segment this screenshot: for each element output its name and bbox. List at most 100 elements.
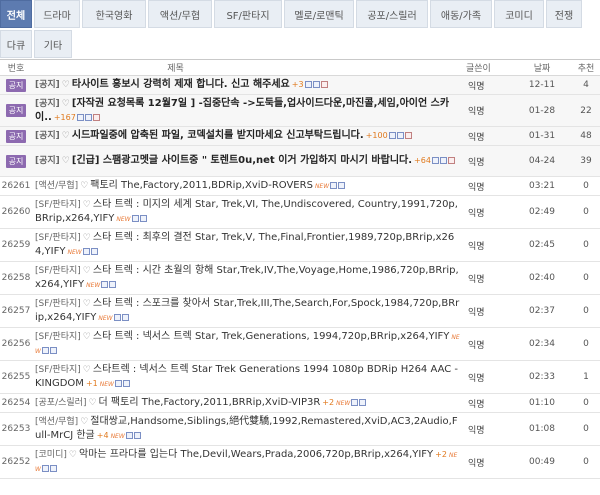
header-title: 제목 — [167, 64, 184, 74]
file-icon — [351, 398, 359, 406]
comment-count[interactable]: +2 — [435, 450, 447, 459]
post-title-link[interactable]: 악마는 프라다를 입는다 The,Devil,Wears,Prada,2006,… — [79, 449, 433, 460]
post-title-link[interactable]: 스타트렉 : 넥서스 트렉 Star Trek Generations 1994… — [35, 364, 458, 389]
table-row[interactable]: 26254 [공포/스릴러] ♡ 더 팩토리 The,Factory,2011,BRR… — [0, 394, 600, 413]
comment-count[interactable]: +2 — [322, 398, 334, 407]
comment-count[interactable]: +3 — [292, 80, 304, 89]
tab-category[interactable]: 한국영화 — [82, 0, 146, 28]
tab-category[interactable]: 다큐 — [0, 30, 32, 58]
post-title-link[interactable]: 타사이트 홍보시 강력히 제재 합니다. 신고 해주세요 — [72, 79, 290, 90]
row-date: 01:08 — [529, 424, 555, 434]
table-row[interactable]: 공지 [공지] ♡ [긴급] 스팸광고멧글 사이트중 " 토렌트0u,net 이거 가… — [0, 146, 600, 177]
post-title-link[interactable]: 팩토리 The,Factory,2011,BDRip,XviD-ROVERS — [90, 180, 313, 191]
row-views: 39 — [580, 156, 592, 166]
hot-icon — [92, 113, 100, 121]
speech-bubble-icon: ♡ — [61, 80, 70, 90]
row-category: [공포/스릴러] — [35, 398, 87, 408]
row-number: 26256 — [1, 339, 31, 349]
table-row[interactable]: 공지 [공지] ♡ [자작권 요청목록 12월7일 ] -집중단속 ->도둑들,업사이… — [0, 95, 600, 127]
new-icon: NEW — [67, 249, 82, 256]
post-title-link[interactable]: 더 팩토리 The,Factory,2011,BRRip,XviD-VIP3R — [99, 397, 321, 408]
speech-bubble-icon: ♡ — [61, 99, 70, 109]
tab-category[interactable]: 멜로/로맨틱 — [284, 0, 354, 28]
speech-bubble-icon: ♡ — [88, 398, 97, 408]
row-date: 01-31 — [528, 131, 556, 141]
tab-category[interactable]: 기타 — [34, 30, 72, 58]
tab-category[interactable]: 액션/무협 — [148, 0, 212, 28]
row-category: [SF/판타지] — [35, 233, 81, 243]
row-title-cell: [공지] ♡ [긴급] 스팸광고멧글 사이트중 " 토렌트0u,net 이거 가입하… — [32, 152, 466, 170]
row-date: 12-11 — [528, 80, 556, 90]
row-number: 26254 — [1, 398, 31, 408]
tab-category[interactable]: 애동/가족 — [430, 0, 492, 28]
file-icon — [330, 181, 338, 189]
tab-category[interactable]: 공포/스릴러 — [356, 0, 428, 28]
table-row[interactable]: 26260 [SF/판타지] ♡ 스타 트렉 : 미지의 세계 Star, Trek,… — [0, 196, 600, 229]
post-list: 번호 제목 글쓴이 날짜 추천 공지 [공지] ♡ 타사이트 홍보시 강력히 제재 합… — [0, 59, 600, 479]
row-author: 익명 — [468, 399, 485, 410]
file-icon — [388, 131, 396, 139]
table-row[interactable]: 26261 [액션/무협] ♡ 팩토리 The,Factory,2011,BDRip,… — [0, 177, 600, 196]
row-author: 익명 — [468, 241, 485, 252]
tab-category[interactable]: 드라마 — [34, 0, 80, 28]
row-number: 공지 — [0, 154, 32, 168]
row-category: [SF/판타지] — [35, 299, 81, 309]
row-category: [액션/무협] — [35, 181, 79, 191]
comment-count[interactable]: +1 — [86, 379, 98, 388]
row-number: 공지 — [0, 129, 32, 143]
new-icon: NEW — [86, 282, 101, 289]
hot-icon — [320, 80, 328, 88]
post-title-link[interactable]: [긴급] 스팸광고멧글 사이트중 " 토렌트0u,net 이거 가입하지 마시기… — [72, 155, 412, 166]
row-author: 익명 — [468, 340, 485, 351]
comment-count[interactable]: +4 — [97, 431, 109, 440]
row-title-cell: [액션/무협] ♡ 팩토리 The,Factory,2011,BDRip,XviD-… — [32, 177, 466, 195]
post-title-link[interactable]: 스타 트렉 : 넥서스 트렉 Star, Trek,Generations, 1… — [93, 331, 450, 342]
row-date: 02:45 — [529, 240, 555, 250]
notice-badge: 공지 — [5, 154, 27, 168]
comment-count[interactable]: +100 — [366, 131, 388, 140]
table-row[interactable]: 공지 [공지] ♡ 시드파일중에 압축된 파일, 코덱설치를 받지마세요 신고부탁드립… — [0, 127, 600, 146]
hot-icon — [404, 131, 412, 139]
new-icon: NEW — [110, 433, 125, 440]
comment-count[interactable]: +64 — [414, 156, 431, 165]
link-icon — [90, 247, 98, 255]
link-icon — [122, 379, 130, 387]
post-title-link[interactable]: 시드파일중에 압축된 파일, 코덱설치를 받지마세요 신고부탁드립니다. — [72, 130, 364, 141]
file-icon — [76, 113, 84, 121]
row-views: 4 — [583, 80, 589, 90]
row-category: [액션/무협] — [35, 417, 79, 427]
table-row[interactable]: 26258 [SF/판타지] ♡ 스타 트렉 : 시간 초월의 항해 Star,Tre… — [0, 262, 600, 295]
row-date: 01-28 — [528, 105, 556, 116]
post-title-link[interactable]: 스타 트렉 : 최후의 결전 Star, Trek,V, The,Final,F… — [35, 232, 454, 257]
notice-prefix: [공지] — [35, 131, 60, 141]
notice-badge: 공지 — [5, 104, 27, 117]
speech-bubble-icon: ♡ — [61, 131, 70, 141]
link-icon — [49, 346, 57, 354]
link-icon — [312, 80, 320, 88]
file-icon — [131, 214, 139, 222]
tab-category[interactable]: 전체 — [0, 0, 32, 28]
table-row[interactable]: 26257 [SF/판타지] ♡ 스타 트렉 : 스포크를 찾아서 Star,Trek… — [0, 295, 600, 328]
comment-count[interactable]: +167 — [54, 113, 76, 122]
table-row[interactable]: 26252 [코미디] ♡ 악마는 프라다를 입는다 The,Devil,Wears,… — [0, 446, 600, 479]
row-views: 0 — [583, 207, 589, 217]
link-icon — [396, 131, 404, 139]
row-views: 0 — [583, 339, 589, 349]
row-title-cell: [SF/판타지] ♡ 스타 트렉 : 미지의 세계 Star, Trek,VI, T… — [32, 196, 466, 228]
table-row[interactable]: 26256 [SF/판타지] ♡ 스타 트렉 : 넥서스 트렉 Star, Trek,… — [0, 328, 600, 361]
table-row[interactable]: 공지 [공지] ♡ 타사이트 홍보시 강력히 제재 합니다. 신고 해주세요 +3 익명 1… — [0, 76, 600, 95]
tab-category[interactable]: 코미디 — [494, 0, 544, 28]
tab-category[interactable]: 전쟁 — [546, 0, 582, 28]
row-author: 익명 — [468, 157, 485, 168]
row-number: 공지 — [0, 104, 32, 117]
row-author: 익명 — [468, 307, 485, 318]
table-row[interactable]: 26259 [SF/판타지] ♡ 스타 트렉 : 최후의 결전 Star, Trek,… — [0, 229, 600, 262]
table-row[interactable]: 26253 [액션/무협] ♡ 절대쌍교,Handsome,Siblings,絕代雙驕… — [0, 413, 600, 446]
row-title-cell: [SF/판타지] ♡ 스타트렉 : 넥서스 트렉 Star Trek Generat… — [32, 361, 466, 393]
row-category: [SF/판타지] — [35, 266, 81, 276]
row-date: 00:49 — [529, 457, 555, 467]
post-title-link[interactable]: 스타 트렉 : 미지의 세계 Star, Trek,VI, The,Undisc… — [35, 199, 458, 224]
row-title-cell: [SF/판타지] ♡ 스타 트렉 : 넥서스 트렉 Star, Trek,Gener… — [32, 328, 466, 360]
tab-category[interactable]: SF/판타지 — [214, 0, 282, 28]
table-row[interactable]: 26255 [SF/판타지] ♡ 스타트렉 : 넥서스 트렉 Star Trek Ge… — [0, 361, 600, 394]
